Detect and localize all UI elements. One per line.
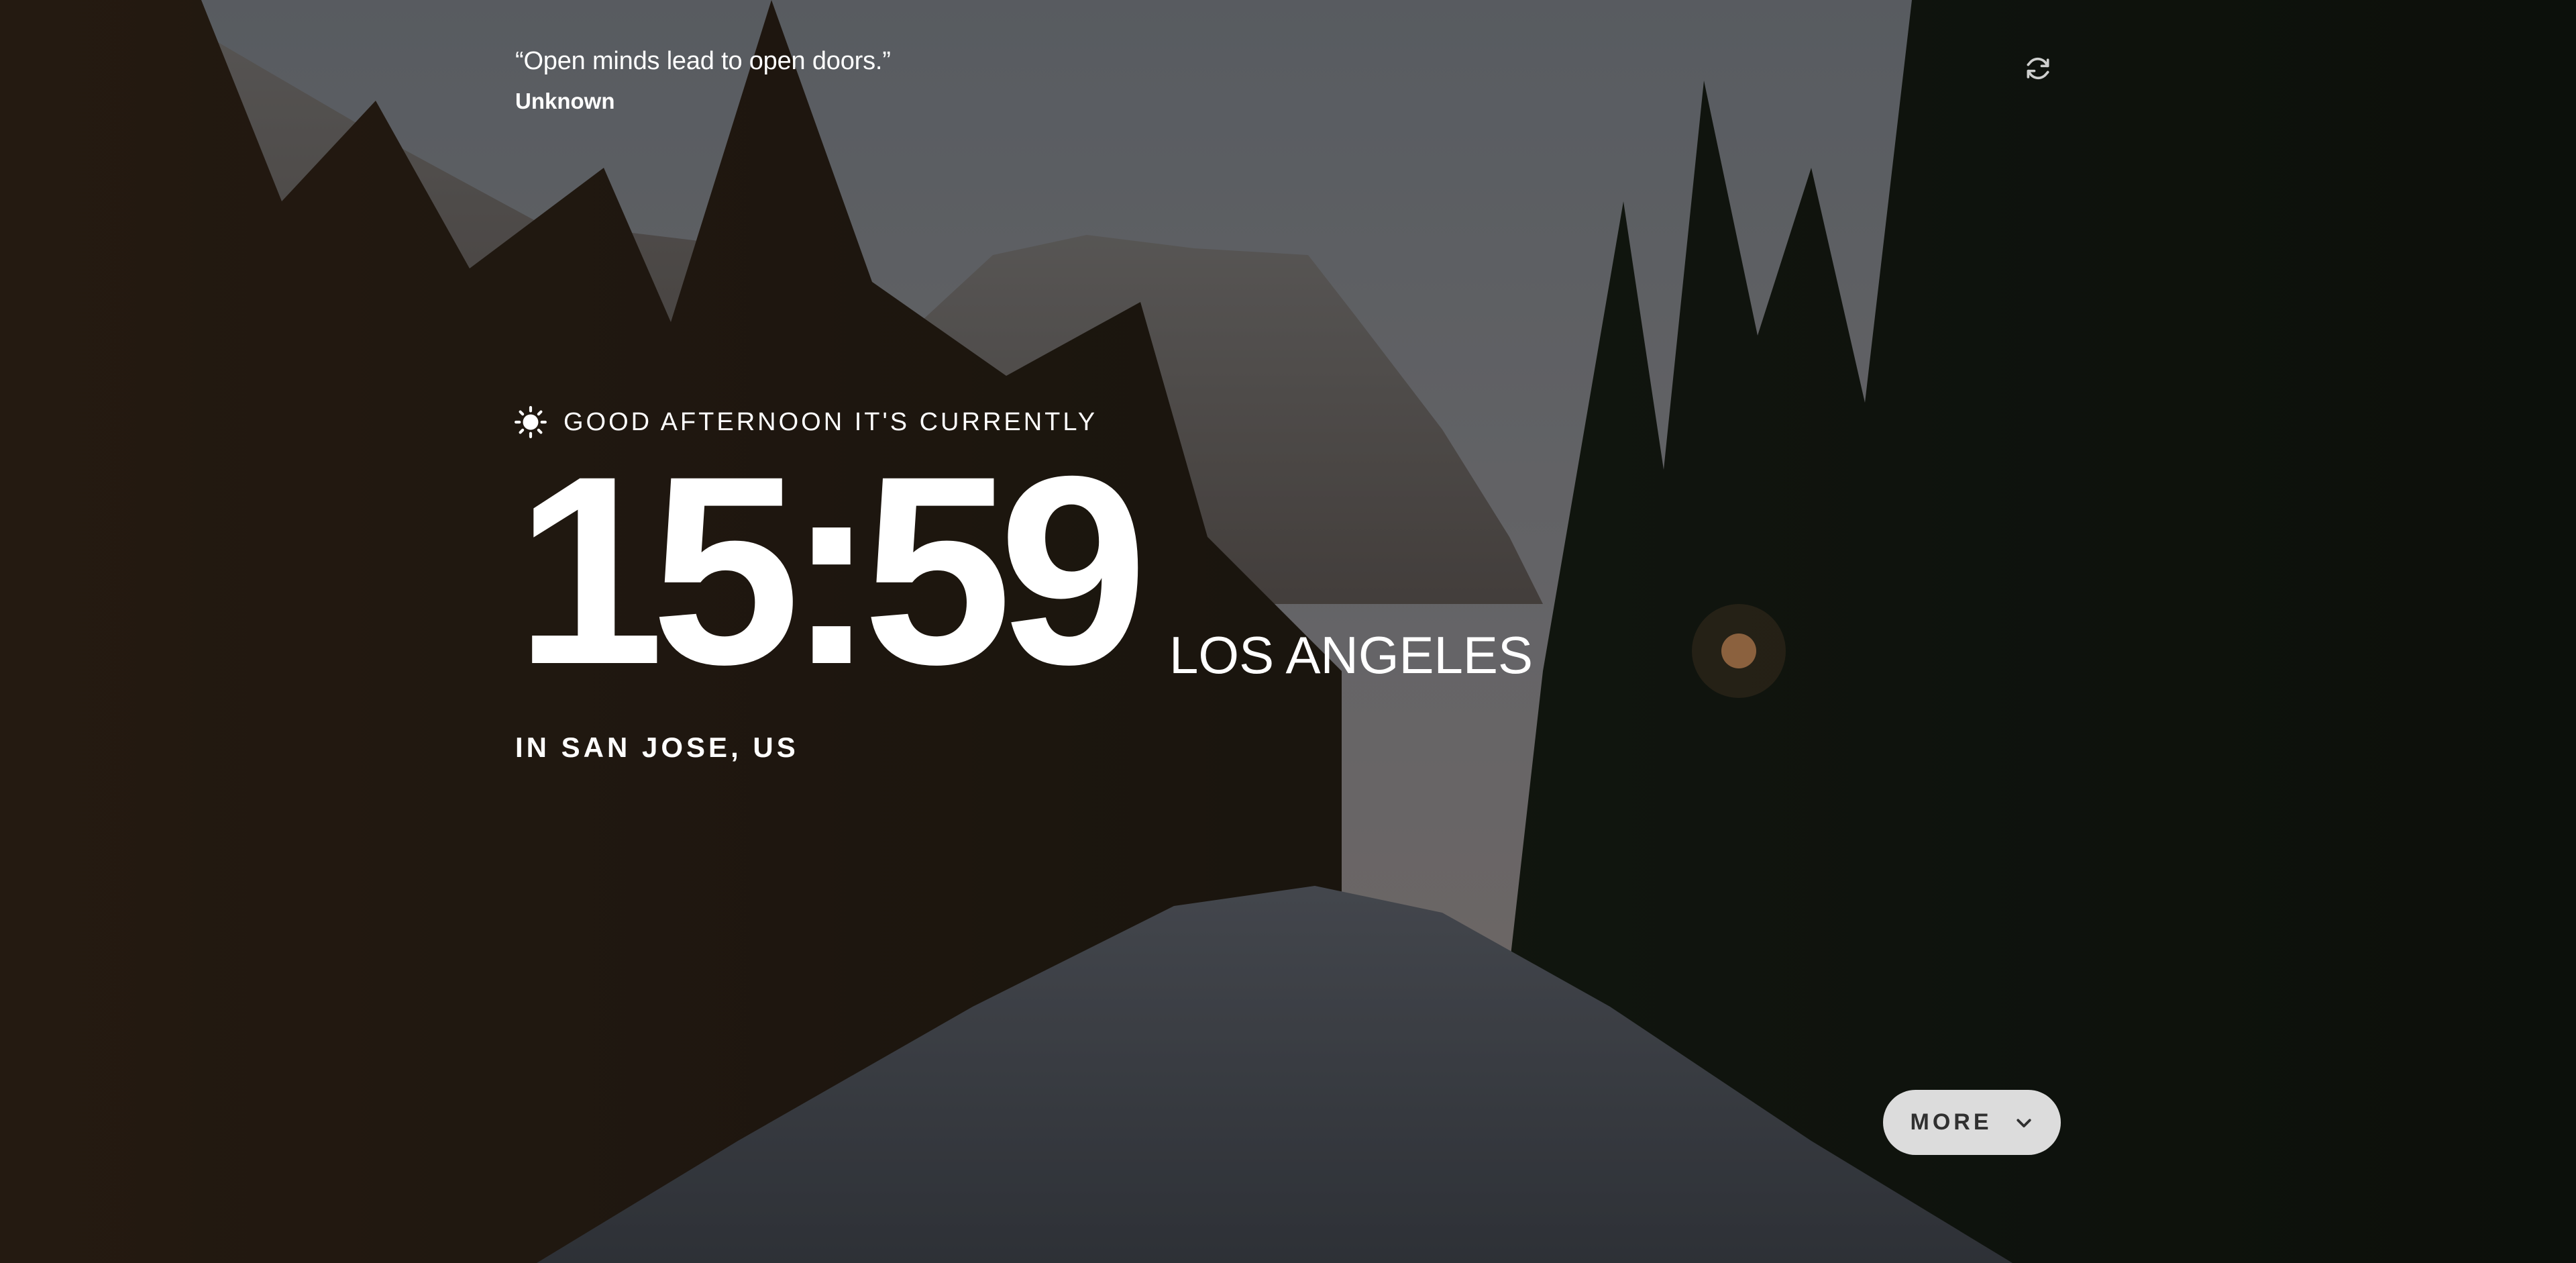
more-button-label: MORE	[1910, 1109, 1992, 1135]
quote-text: “Open minds lead to open doors.”	[515, 47, 891, 75]
more-button[interactable]: MORE	[1883, 1090, 2061, 1155]
refresh-quote-button[interactable]	[2019, 50, 2057, 87]
quote-block: “Open minds lead to open doors.” Unknown	[515, 44, 1454, 114]
clock-time: 15:59	[515, 420, 1148, 720]
chevron-down-icon	[2016, 1118, 2031, 1127]
location-text: IN SAN JOSE, US	[515, 731, 799, 763]
refresh-icon	[2027, 57, 2049, 80]
quote-author: Unknown	[515, 89, 615, 113]
clock-row: 15:59 LOS ANGELES	[515, 420, 1533, 720]
clock-timezone: LOS ANGELES	[1169, 625, 1533, 685]
